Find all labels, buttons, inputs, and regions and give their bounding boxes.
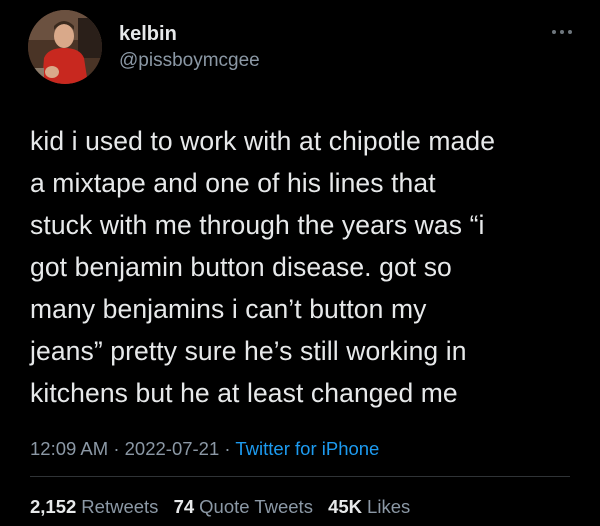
retweets-label: Retweets (81, 496, 159, 517)
meta-separator: · (113, 438, 120, 459)
tweet-source-link[interactable]: Twitter for iPhone (235, 438, 379, 459)
retweets-stat[interactable]: 2,152 Retweets (30, 496, 158, 517)
tweet-card: kelbin @pissboymcgee kid i used to work … (0, 0, 600, 526)
likes-stat[interactable]: 45K Likes (328, 496, 410, 517)
tweet-time[interactable]: 12:09 AM (30, 438, 108, 459)
profile-photo-icon (28, 10, 102, 84)
dot (560, 30, 564, 34)
engagement-stats: 2,152 Retweets 74 Quote Tweets 45K Likes (30, 495, 420, 519)
dot (552, 30, 556, 34)
retweets-count: 2,152 (30, 496, 77, 517)
user-handle[interactable]: @pissboymcgee (119, 49, 260, 73)
avatar[interactable] (28, 10, 102, 84)
tweet-metadata: 12:09 AM · 2022-07-21 · Twitter for iPho… (30, 437, 379, 461)
quote-tweets-label: Quote Tweets (199, 496, 313, 517)
dot (568, 30, 572, 34)
quote-tweets-count: 74 (173, 496, 195, 517)
divider (30, 476, 570, 477)
meta-separator: · (224, 438, 231, 459)
tweet-date[interactable]: 2022-07-21 (125, 438, 220, 459)
likes-label: Likes (367, 496, 411, 517)
more-horizontal-icon[interactable] (552, 28, 574, 36)
tweet-text: kid i used to work with at chipotle made… (30, 126, 496, 408)
likes-count: 45K (328, 496, 363, 517)
quote-tweets-stat[interactable]: 74 Quote Tweets (174, 496, 313, 517)
display-name[interactable]: kelbin (119, 22, 177, 46)
